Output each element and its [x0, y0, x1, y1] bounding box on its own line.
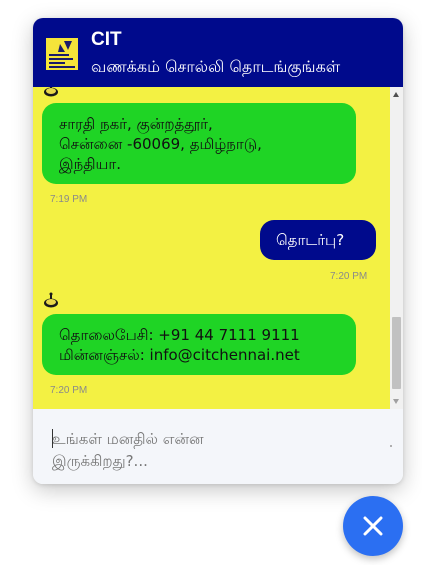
message-timestamp: 7:19 PM	[50, 194, 88, 205]
chat-title: CIT	[91, 29, 122, 50]
input-placeholder-line: உங்கள் மனதில் என்ன	[52, 430, 204, 448]
message-line: இந்தியா.	[59, 155, 121, 173]
user-message-bubble: தொடர்பு?	[260, 220, 376, 260]
chat-subtitle: வணக்கம் சொல்லி தொடங்குங்கள்	[91, 57, 341, 76]
chat-widget: CIT வணக்கம் சொல்லி தொடங்குங்கள் சாரதி நக…	[33, 18, 403, 484]
message-line: தொடர்பு?	[276, 231, 345, 249]
bot-message-bubble: சாரதி நகர், குன்றத்தூர், சென்னை -60069, …	[42, 103, 356, 184]
input-resize-dot	[390, 445, 392, 447]
message-timestamp: 7:20 PM	[330, 271, 368, 282]
message-line: சாரதி நகர், குன்றத்தூர்,	[59, 115, 213, 133]
message-line: தொலைபேசி: +91 44 7111 9111	[59, 326, 300, 344]
text-caret	[52, 429, 53, 448]
close-icon	[363, 516, 383, 536]
close-chat-button[interactable]	[343, 496, 403, 556]
scroll-up-arrow-icon[interactable]	[393, 92, 399, 97]
message-scrollbar[interactable]	[390, 87, 403, 409]
input-placeholder-line: இருக்கிறது?...	[52, 452, 148, 470]
message-line: மின்னஞ்சல்: info@citchennai.net	[59, 346, 300, 364]
scrollbar-thumb[interactable]	[392, 317, 401, 389]
message-line: சென்னை -60069, தமிழ்நாடு,	[59, 135, 262, 153]
bot-avatar-icon	[42, 292, 60, 308]
message-list[interactable]: சாரதி நகர், குன்றத்தூர், சென்னை -60069, …	[33, 87, 390, 409]
chat-header: CIT வணக்கம் சொல்லி தொடங்குங்கள்	[33, 18, 403, 87]
bot-avatar-icon	[42, 87, 60, 97]
message-timestamp: 7:20 PM	[50, 385, 88, 396]
cit-logo-icon	[46, 38, 78, 70]
message-input-area[interactable]: உங்கள் மனதில் என்ன இருக்கிறது?...	[33, 409, 403, 484]
bot-message-bubble: தொலைபேசி: +91 44 7111 9111 மின்னஞ்சல்: i…	[42, 314, 356, 375]
scroll-down-arrow-icon[interactable]	[393, 399, 399, 404]
